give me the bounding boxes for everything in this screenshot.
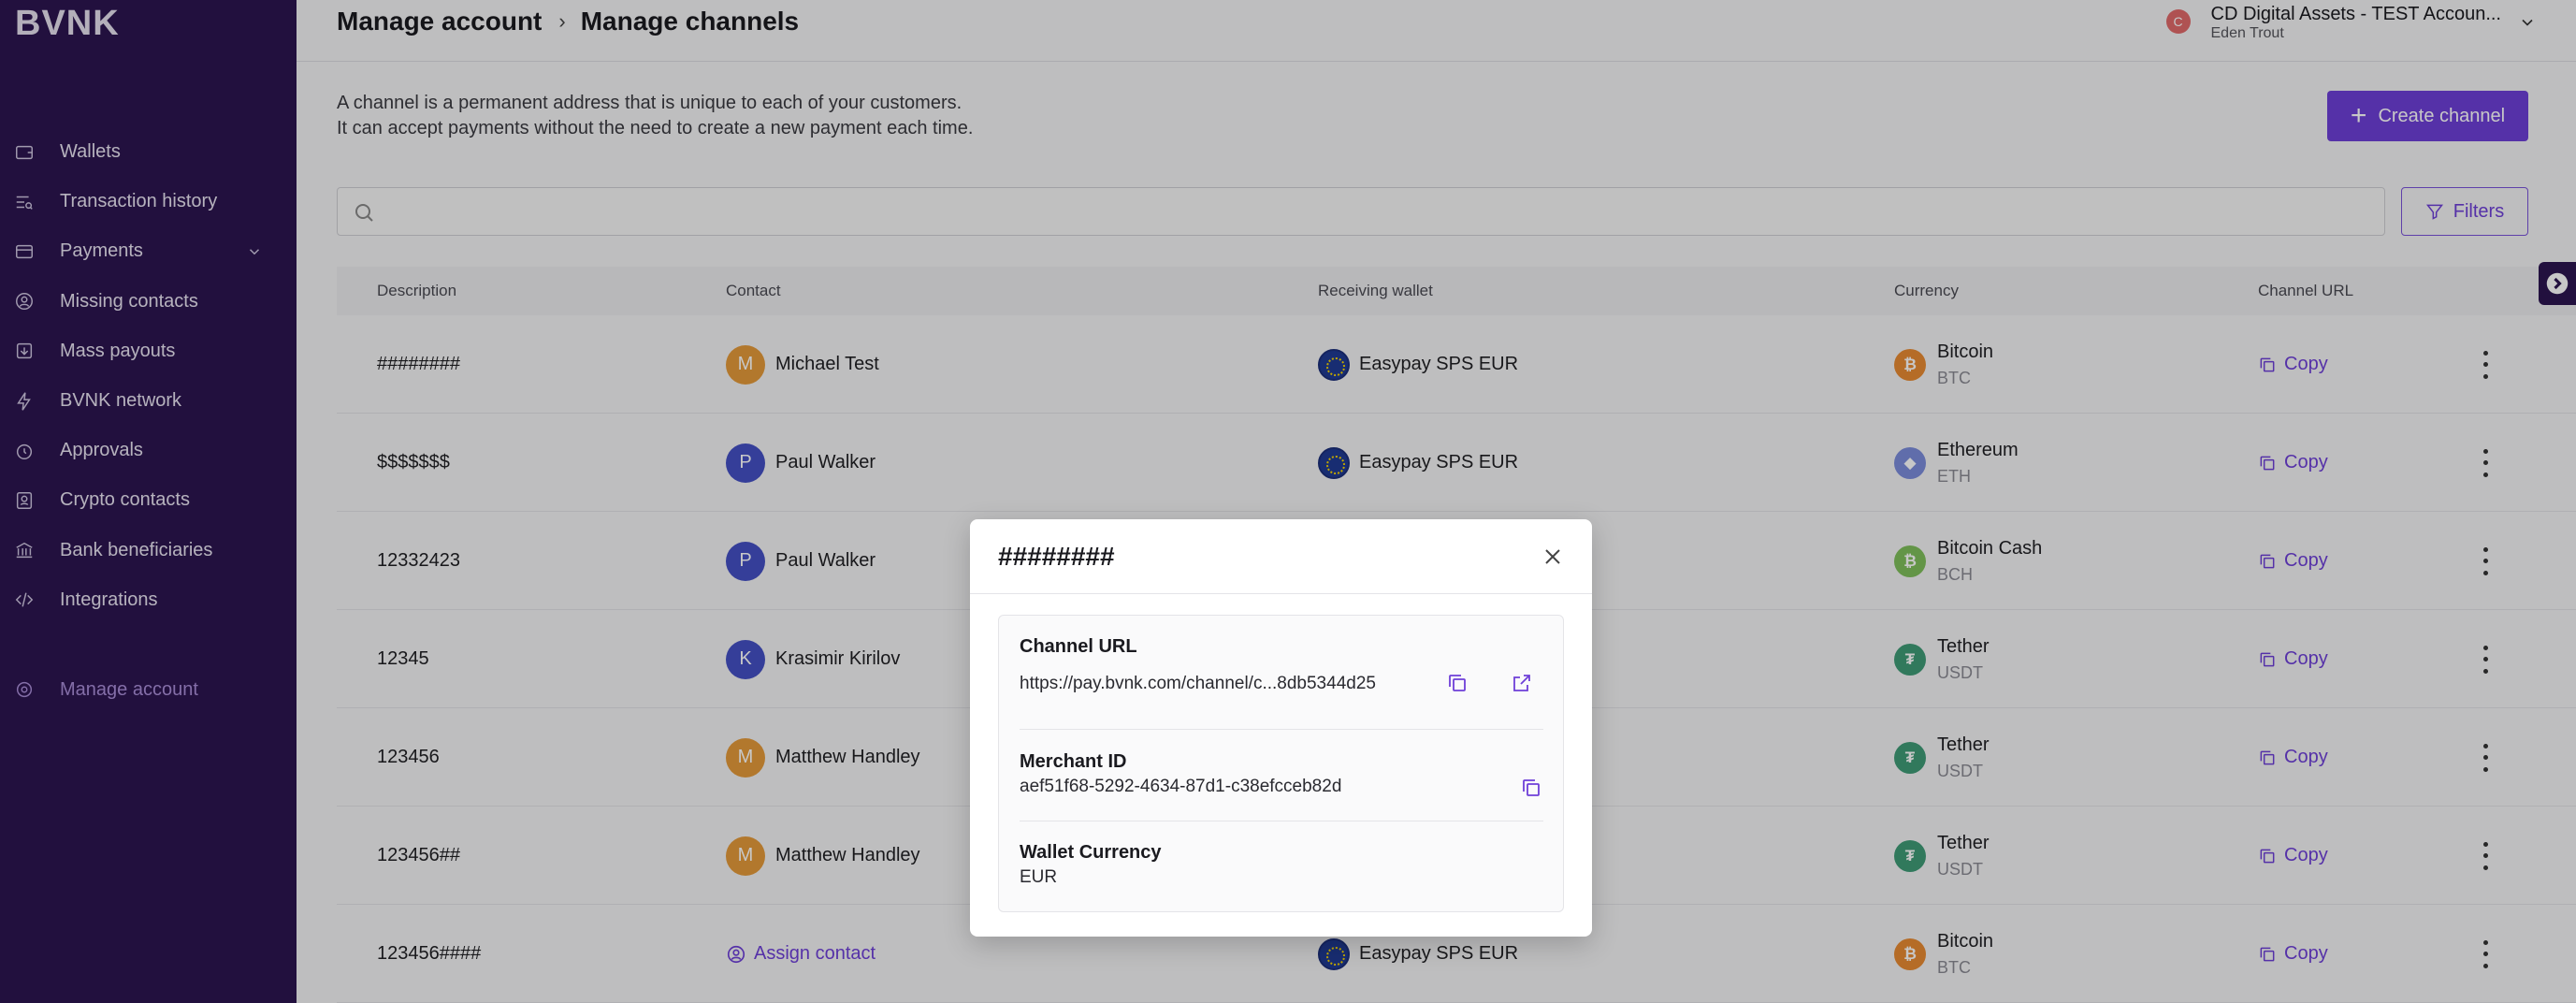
channel-url-label: Channel URL <box>1020 636 1137 657</box>
channel-url-value: https://pay.bvnk.com/channel/c...8db5344… <box>1020 674 1376 693</box>
merchant-id-value: aef51f68-5292-4634-87d1-c38efcceb82d <box>1020 777 1342 796</box>
channel-details-modal: ######## Channel URL https://pay.bvnk.co… <box>970 519 1592 937</box>
close-icon[interactable] <box>1541 545 1564 568</box>
modal-header: ######## <box>970 519 1592 594</box>
merchant-id-label: Merchant ID <box>1020 751 1127 772</box>
modal-details-card: Channel URL https://pay.bvnk.com/channel… <box>998 615 1564 912</box>
copy-icon[interactable] <box>1446 672 1469 694</box>
wallet-currency-value: EUR <box>1020 867 1058 887</box>
divider <box>1020 729 1543 730</box>
external-link-icon[interactable] <box>1511 672 1533 694</box>
modal-title: ######## <box>998 542 1115 571</box>
wallet-currency-label: Wallet Currency <box>1020 842 1162 863</box>
copy-icon[interactable] <box>1520 777 1542 799</box>
